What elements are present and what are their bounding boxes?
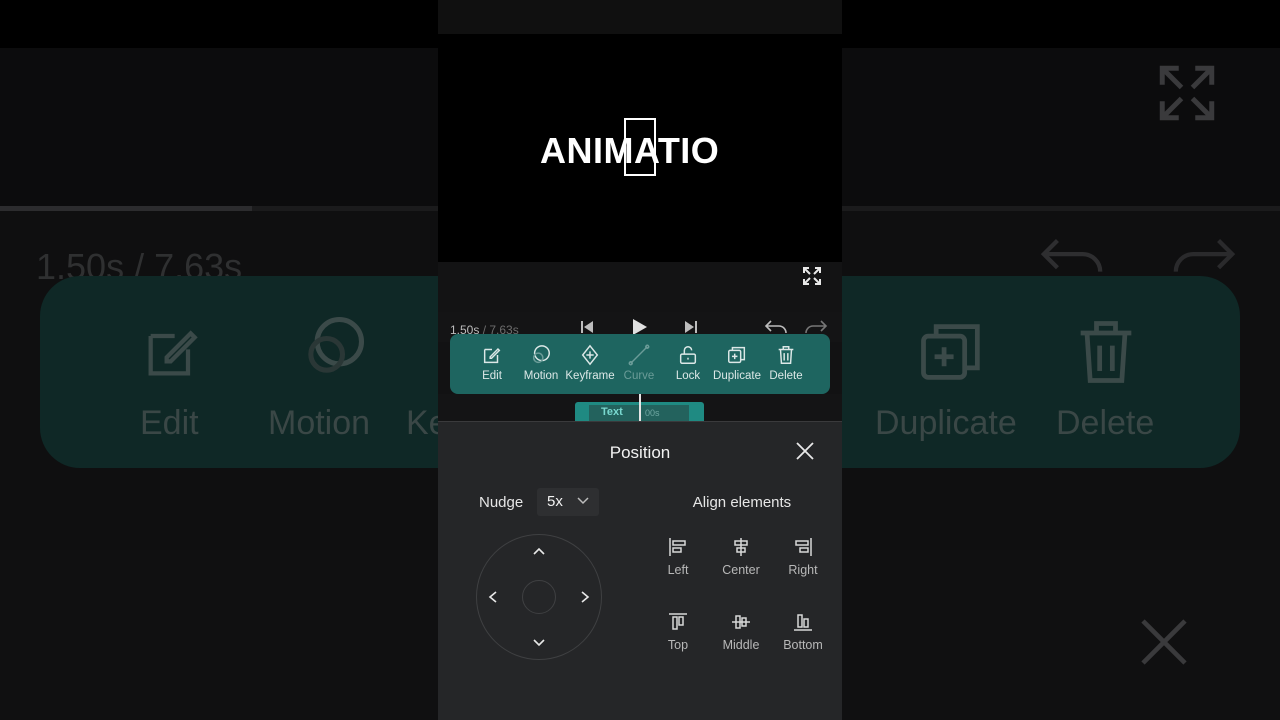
sheet-title: Position bbox=[609, 443, 671, 462]
text-clip-duration: 00s bbox=[645, 408, 660, 418]
arrow-down-icon[interactable] bbox=[531, 635, 547, 651]
keyframe-icon bbox=[581, 344, 599, 366]
bg-progress-track bbox=[842, 206, 1280, 211]
bg-edit-icon bbox=[148, 330, 198, 376]
tool-label: Curve bbox=[623, 370, 655, 382]
status-strip bbox=[438, 0, 842, 34]
background-right-blur: Duplicate Delete bbox=[842, 0, 1280, 720]
align-left-icon bbox=[669, 538, 686, 556]
nudge-dropdown[interactable]: 5x bbox=[537, 488, 599, 516]
bg-lower-area bbox=[842, 550, 1280, 720]
tool-curve-button[interactable]: Curve bbox=[614, 344, 664, 382]
tool-label: Lock bbox=[675, 370, 701, 382]
bg-lower-area bbox=[0, 550, 438, 720]
skip-forward-icon[interactable] bbox=[684, 320, 698, 334]
tool-duplicate-button[interactable]: Duplicate bbox=[712, 344, 762, 382]
close-icon[interactable] bbox=[794, 440, 816, 462]
skip-back-icon[interactable] bbox=[580, 320, 594, 334]
phone-screen: ANIMATIO 1.50s / 7.63s Edit Motion Keyfr… bbox=[438, 0, 842, 720]
arrow-up-icon[interactable] bbox=[531, 543, 547, 559]
duplicate-icon bbox=[728, 346, 746, 364]
bg-close-icon bbox=[1141, 619, 1187, 665]
bg-ghost-label-duplicate: Duplicate bbox=[875, 404, 1017, 442]
tool-label: Delete bbox=[769, 370, 803, 382]
motion-icon bbox=[532, 345, 550, 364]
preview-controls-area bbox=[438, 262, 842, 312]
align-bottom-icon bbox=[794, 614, 812, 631]
align-label: Bottom bbox=[783, 638, 823, 652]
bg-preview-area bbox=[0, 48, 438, 208]
bg-redo-icon bbox=[1173, 238, 1236, 272]
align-right-button[interactable]: Right bbox=[768, 536, 838, 577]
position-sheet: Position Nudge 5x Align elements Left Ce… bbox=[438, 421, 842, 720]
tool-edit-button[interactable]: Edit bbox=[467, 344, 517, 382]
text-clip-label: Text bbox=[601, 406, 623, 418]
bg-duplicate-icon bbox=[921, 324, 980, 380]
timeline-strip[interactable]: Text 00s bbox=[438, 394, 842, 424]
bg-undo-icon bbox=[1040, 238, 1103, 272]
tool-delete-button[interactable]: Delete bbox=[761, 344, 811, 382]
background-left-blur: 1.50s / 7.63s Edit Motion Ke bbox=[0, 0, 438, 720]
align-top-button[interactable]: Top bbox=[643, 611, 713, 652]
bg-fullscreen-icon bbox=[1159, 65, 1215, 121]
fullscreen-icon[interactable] bbox=[800, 264, 824, 288]
align-center-icon bbox=[734, 538, 748, 556]
align-label: Top bbox=[667, 638, 689, 652]
delete-icon bbox=[778, 346, 794, 364]
align-right-icon bbox=[795, 538, 812, 556]
bg-ghost-label-keyframe: Ke bbox=[406, 404, 438, 442]
arrow-right-icon[interactable] bbox=[577, 589, 593, 605]
nudge-label: Nudge bbox=[479, 494, 524, 511]
align-label: Right bbox=[788, 563, 818, 577]
curve-icon bbox=[628, 344, 650, 366]
align-label: Center bbox=[722, 563, 760, 577]
lock-icon bbox=[679, 346, 697, 364]
align-top-icon bbox=[669, 613, 687, 630]
tool-keyframe-button[interactable]: Keyframe bbox=[565, 344, 615, 382]
bg-band-top bbox=[842, 0, 1280, 48]
text-selection-box[interactable] bbox=[624, 118, 656, 176]
playhead[interactable] bbox=[639, 394, 641, 422]
dpad-center[interactable] bbox=[522, 580, 556, 614]
align-middle-button[interactable]: Middle bbox=[706, 611, 776, 652]
bg-ghost-label-delete: Delete bbox=[1056, 404, 1155, 442]
edit-icon bbox=[483, 348, 501, 364]
bg-progress-fill bbox=[0, 206, 252, 211]
align-middle-icon bbox=[732, 615, 750, 629]
arrow-left-icon[interactable] bbox=[485, 589, 501, 605]
chevron-down-icon bbox=[577, 497, 589, 505]
bg-ghost-label-edit: Edit bbox=[140, 404, 199, 442]
tool-label: Motion bbox=[523, 370, 559, 382]
tool-label: Keyframe bbox=[565, 370, 615, 382]
clip-toolbar: Edit Motion Keyframe Curve Lock Duplicat… bbox=[450, 334, 830, 394]
nudge-dpad bbox=[476, 534, 602, 660]
align-elements-title: Align elements bbox=[692, 494, 792, 511]
align-label: Left bbox=[667, 563, 689, 577]
align-center-button[interactable]: Center bbox=[706, 536, 776, 577]
align-label: Middle bbox=[722, 638, 760, 652]
bg-ghost-label-motion: Motion bbox=[268, 404, 371, 442]
bg-band-top bbox=[0, 0, 438, 48]
bg-motion-icon bbox=[308, 316, 365, 373]
video-preview[interactable]: ANIMATIO bbox=[438, 34, 842, 262]
tool-label: Duplicate bbox=[713, 370, 761, 382]
nudge-value: 5x bbox=[547, 493, 563, 510]
align-left-button[interactable]: Left bbox=[643, 536, 713, 577]
align-bottom-button[interactable]: Bottom bbox=[768, 611, 838, 652]
bg-delete-icon bbox=[1080, 321, 1132, 383]
tool-lock-button[interactable]: Lock bbox=[663, 344, 713, 382]
tool-motion-button[interactable]: Motion bbox=[516, 344, 566, 382]
tool-label: Edit bbox=[482, 370, 502, 382]
bg-ghost-toolbar bbox=[40, 276, 438, 468]
